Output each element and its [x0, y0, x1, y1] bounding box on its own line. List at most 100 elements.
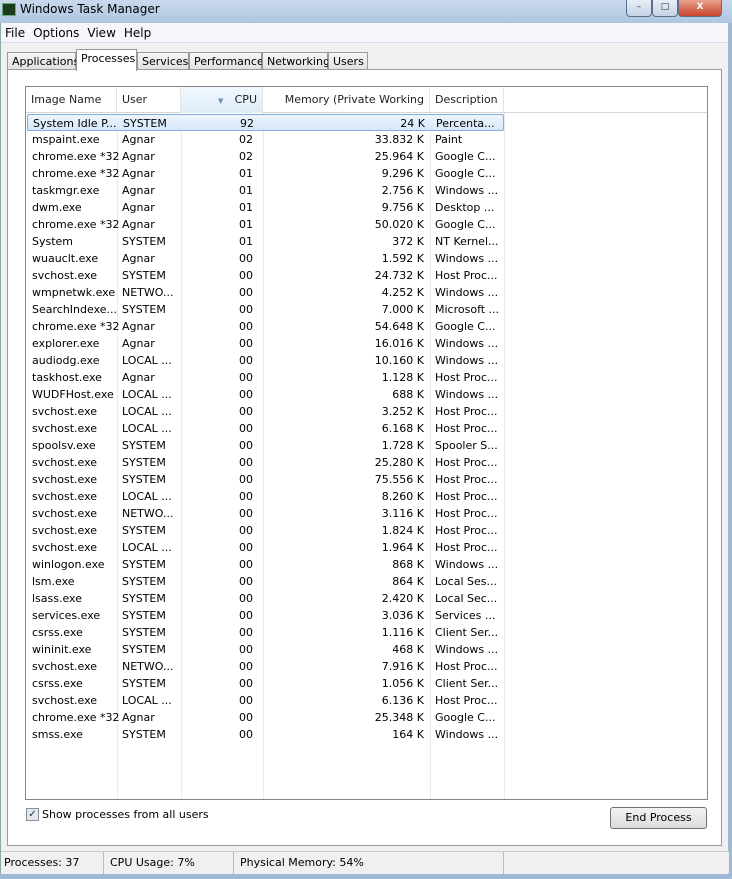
process-row[interactable]: wmpnetwk.exe NETWO... 00 4.252 K Windows ...	[27, 284, 504, 301]
cell-memory: 75.556 K	[374, 473, 424, 486]
menu-view[interactable]: View	[83, 23, 119, 40]
column-cpu-label: CPU	[234, 93, 257, 106]
process-row[interactable]: svchost.exe SYSTEM 00 25.280 K Host Proc...	[27, 454, 504, 471]
column-cpu[interactable]: ▼ CPU	[181, 87, 263, 113]
cell-cpu: 01	[239, 218, 253, 231]
process-row[interactable]: System Idle P... SYSTEM 92 24 K Percenta...	[27, 114, 504, 131]
process-row[interactable]: dwm.exe Agnar 01 9.756 K Desktop ...	[27, 199, 504, 216]
process-list[interactable]: Image Name User Name ▼ CPU Memory (Privat…	[25, 86, 708, 800]
process-row[interactable]: lsass.exe SYSTEM 00 2.420 K Local Sec...	[27, 590, 504, 607]
cell-cpu: 00	[239, 337, 253, 350]
process-row[interactable]: chrome.exe *32 Agnar 00 25.348 K Google C...	[27, 709, 504, 726]
cell-memory: 864 K	[392, 575, 424, 588]
process-row[interactable]: wuauclt.exe Agnar 00 1.592 K Windows ...	[27, 250, 504, 267]
process-row[interactable]: System SYSTEM 01 372 K NT Kernel...	[27, 233, 504, 250]
process-row[interactable]: svchost.exe LOCAL ... 00 6.136 K Host Proc..…	[27, 692, 504, 709]
process-row[interactable]: svchost.exe LOCAL ... 00 8.260 K Host Proc..…	[27, 488, 504, 505]
cell-description: Host Proc...	[435, 507, 498, 520]
process-row[interactable]: smss.exe SYSTEM 00 164 K Windows ...	[27, 726, 504, 743]
cell-image-name: wuauclt.exe	[32, 252, 99, 265]
minimize-button[interactable]: –	[626, 0, 652, 17]
column-description[interactable]: Description	[430, 87, 504, 113]
end-process-button[interactable]: End Process	[610, 807, 707, 829]
cell-cpu: 00	[239, 592, 253, 605]
process-row[interactable]: csrss.exe SYSTEM 00 1.056 K Client Ser...	[27, 675, 504, 692]
cell-user-name: SYSTEM	[122, 303, 166, 316]
tab-applications[interactable]: Applications	[7, 52, 79, 70]
cell-user-name: SYSTEM	[122, 558, 166, 571]
tab-networking[interactable]: Networking	[262, 52, 330, 70]
cell-cpu: 00	[239, 524, 253, 537]
process-row[interactable]: svchost.exe LOCAL ... 00 1.964 K Host Proc..…	[27, 539, 504, 556]
process-row[interactable]: svchost.exe SYSTEM 00 1.824 K Host Proc...	[27, 522, 504, 539]
cell-memory: 1.824 K	[381, 524, 424, 537]
process-row[interactable]: mspaint.exe Agnar 02 33.832 K Paint	[27, 131, 504, 148]
cell-cpu: 00	[239, 286, 253, 299]
cell-image-name: services.exe	[32, 609, 101, 622]
cell-user-name: SYSTEM	[122, 524, 166, 537]
cell-cpu: 00	[239, 371, 253, 384]
tab-users[interactable]: Users	[328, 52, 368, 70]
process-row[interactable]: winlogon.exe SYSTEM 00 868 K Windows ...	[27, 556, 504, 573]
cell-image-name: csrss.exe	[32, 677, 83, 690]
process-row[interactable]: taskmgr.exe Agnar 01 2.756 K Windows ...	[27, 182, 504, 199]
cell-memory: 868 K	[392, 558, 424, 571]
process-row[interactable]: svchost.exe LOCAL ... 00 6.168 K Host Proc..…	[27, 420, 504, 437]
cell-description: Host Proc...	[435, 490, 498, 503]
column-user-name[interactable]: User Name	[117, 87, 181, 132]
process-row[interactable]: audiodg.exe LOCAL ... 00 10.160 K Windows ..…	[27, 352, 504, 369]
cell-user-name: SYSTEM	[122, 473, 166, 486]
menu-options[interactable]: Options	[29, 23, 83, 40]
menu-help[interactable]: Help	[120, 23, 155, 40]
cell-user-name: Agnar	[122, 337, 155, 350]
show-all-users-checkbox[interactable]: ✓ Show processes from all users	[26, 808, 209, 821]
process-row[interactable]: wininit.exe SYSTEM 00 468 K Windows ...	[27, 641, 504, 658]
process-row[interactable]: SearchIndexe... SYSTEM 00 7.000 K Microsoft …	[27, 301, 504, 318]
process-row[interactable]: chrome.exe *32 Agnar 01 50.020 K Google C...	[27, 216, 504, 233]
cell-user-name: SYSTEM	[123, 117, 167, 130]
cell-user-name: SYSTEM	[122, 439, 166, 452]
column-memory[interactable]: Memory (Private Working Set)	[263, 87, 430, 132]
tab-processes[interactable]: Processes	[76, 49, 137, 71]
sort-descending-icon: ▼	[218, 97, 224, 105]
cell-cpu: 00	[239, 575, 253, 588]
tab-services[interactable]: Services	[137, 52, 189, 70]
menu-file[interactable]: File	[1, 23, 29, 40]
maximize-button[interactable]: □	[652, 0, 678, 17]
process-row[interactable]: svchost.exe LOCAL ... 00 3.252 K Host Proc..…	[27, 403, 504, 420]
process-row[interactable]: svchost.exe NETWO... 00 7.916 K Host Proc...	[27, 658, 504, 675]
process-row[interactable]: lsm.exe SYSTEM 00 864 K Local Ses...	[27, 573, 504, 590]
cell-image-name: wininit.exe	[32, 643, 92, 656]
cell-user-name: Agnar	[122, 167, 155, 180]
process-row[interactable]: svchost.exe SYSTEM 00 75.556 K Host Proc...	[27, 471, 504, 488]
process-row[interactable]: taskhost.exe Agnar 00 1.128 K Host Proc...	[27, 369, 504, 386]
cell-memory: 1.964 K	[381, 541, 424, 554]
title-bar[interactable]: Windows Task Manager – □ X	[0, 0, 732, 23]
cell-image-name: chrome.exe *32	[32, 150, 120, 163]
cell-memory: 1.728 K	[381, 439, 424, 452]
checkbox-checked-icon[interactable]: ✓	[26, 808, 39, 821]
cell-description: Host Proc...	[435, 422, 498, 435]
process-row[interactable]: WUDFHost.exe LOCAL ... 00 688 K Windows ...	[27, 386, 504, 403]
column-image-name[interactable]: Image Name	[26, 87, 117, 113]
cell-image-name: smss.exe	[32, 728, 83, 741]
cell-memory: 1.592 K	[381, 252, 424, 265]
cell-image-name: svchost.exe	[32, 694, 98, 707]
process-row[interactable]: explorer.exe Agnar 00 16.016 K Windows ...	[27, 335, 504, 352]
process-row[interactable]: chrome.exe *32 Agnar 01 9.296 K Google C...	[27, 165, 504, 182]
process-row[interactable]: chrome.exe *32 Agnar 02 25.964 K Google C...	[27, 148, 504, 165]
process-row[interactable]: csrss.exe SYSTEM 00 1.116 K Client Ser...	[27, 624, 504, 641]
process-row[interactable]: svchost.exe SYSTEM 00 24.732 K Host Proc...	[27, 267, 504, 284]
cell-image-name: chrome.exe *32	[32, 320, 120, 333]
process-row[interactable]: services.exe SYSTEM 00 3.036 K Services ...	[27, 607, 504, 624]
cell-user-name: SYSTEM	[122, 728, 166, 741]
cell-user-name: SYSTEM	[122, 456, 166, 469]
process-row[interactable]: svchost.exe NETWO... 00 3.116 K Host Proc...	[27, 505, 504, 522]
tab-performance[interactable]: Performance	[189, 52, 264, 70]
cell-description: Paint	[435, 133, 463, 146]
close-button[interactable]: X	[678, 0, 722, 17]
cell-cpu: 01	[239, 184, 253, 197]
process-row[interactable]: chrome.exe *32 Agnar 00 54.648 K Google C...	[27, 318, 504, 335]
cell-cpu: 02	[239, 150, 253, 163]
process-row[interactable]: spoolsv.exe SYSTEM 00 1.728 K Spooler S...	[27, 437, 504, 454]
